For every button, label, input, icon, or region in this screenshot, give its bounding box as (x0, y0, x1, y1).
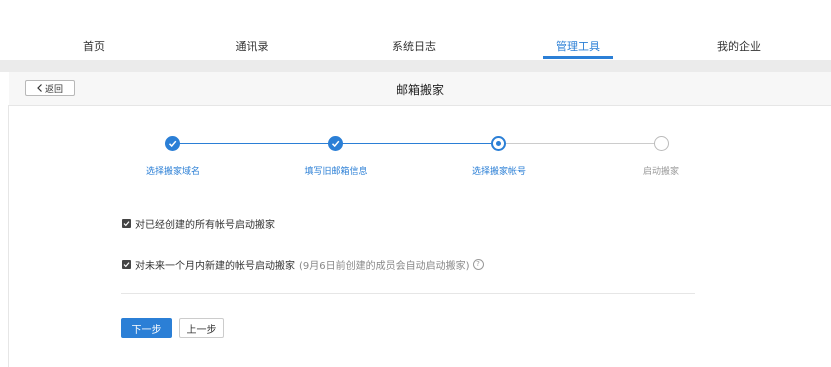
nav-contacts[interactable]: 通讯录 (236, 38, 269, 54)
step-3-label: 选择搬家帐号 (471, 167, 527, 177)
option-future-accounts[interactable]: 对未来一个月内新建的帐号启动搬家 (9月6日前创建的成员会自动启动搬家) ? (122, 257, 484, 272)
step-connector-1 (173, 143, 336, 144)
future-accounts-checkbox[interactable] (122, 260, 131, 269)
step-1-done-icon (165, 136, 180, 151)
existing-accounts-checkbox[interactable] (122, 219, 131, 228)
top-navigation: 首页 通讯录 系统日志 管理工具 我的企业 (0, 0, 831, 60)
step-3-current-icon (491, 136, 506, 151)
nav-system-log[interactable]: 系统日志 (392, 38, 436, 54)
header-separator (0, 60, 831, 72)
nav-my-enterprise[interactable]: 我的企业 (717, 38, 761, 54)
previous-step-button[interactable]: 上一步 (179, 318, 224, 338)
step-2-label: 填写旧邮箱信息 (304, 167, 368, 177)
nav-admin-tools[interactable]: 管理工具 (556, 38, 600, 54)
existing-accounts-label: 对已经创建的所有帐号启动搬家 (135, 220, 275, 231)
option-existing-accounts[interactable]: 对已经创建的所有帐号启动搬家 (122, 216, 275, 231)
future-accounts-label: 对未来一个月内新建的帐号启动搬家 (135, 261, 295, 272)
step-1-label: 选择搬家域名 (145, 167, 201, 177)
future-accounts-note: (9月6日前创建的成员会自动启动搬家) (299, 261, 470, 272)
next-step-button[interactable]: 下一步 (121, 318, 172, 338)
nav-active-underline (543, 56, 613, 59)
page-title: 邮箱搬家 (395, 83, 444, 97)
step-2-done-icon (328, 136, 343, 151)
nav-home[interactable]: 首页 (83, 38, 105, 54)
step-4-label: 启动搬家 (642, 167, 680, 177)
content-left-border (8, 105, 9, 367)
step-4-todo-icon (654, 136, 669, 151)
help-icon[interactable]: ? (472, 259, 484, 270)
step-connector-2 (336, 143, 499, 144)
step-connector-3 (499, 143, 662, 144)
page-header: 返回 邮箱搬家 (9, 72, 831, 106)
form-divider (121, 293, 695, 294)
